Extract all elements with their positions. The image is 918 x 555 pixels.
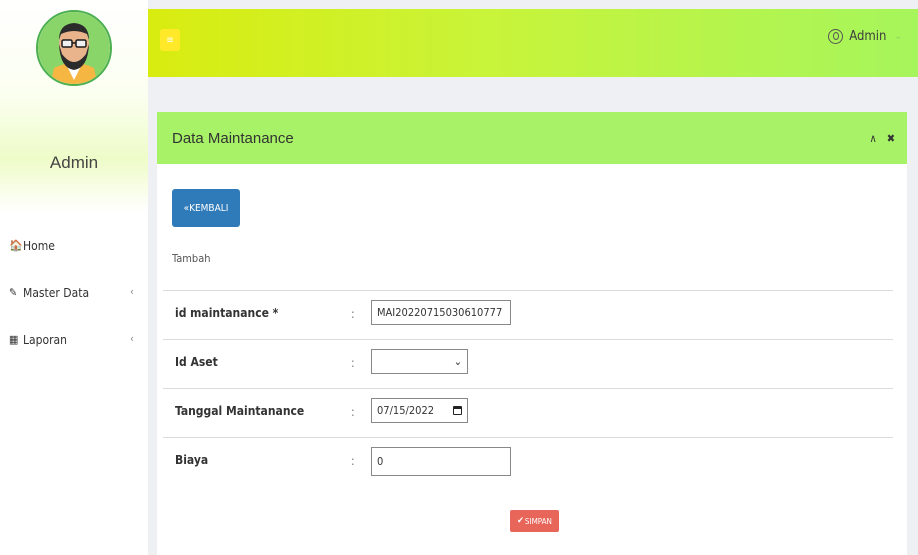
field-colon: : — [351, 307, 355, 321]
collapse-icon[interactable]: ∧ — [869, 132, 876, 145]
form-row-biaya: Biaya : 0 — [163, 438, 893, 487]
content-panel: Data Maintanance ∧ ✖ « KEMBALI Tambah id… — [157, 112, 907, 555]
chevron-down-icon: ⌄ — [894, 31, 902, 42]
sidebar-item-label: Laporan — [23, 332, 67, 347]
field-colon: : — [351, 405, 355, 419]
field-label: Id Aset — [175, 355, 218, 369]
user-menu-label: Admin — [849, 29, 887, 44]
profile-name: Admin — [49, 153, 99, 172]
top-header: ≡ Admin ⌄ — [148, 9, 918, 77]
chevron-down-icon: ⌄ — [453, 355, 462, 368]
home-icon: 🏠 — [9, 239, 23, 252]
form-row-tanggal: Tanggal Maintanance : 07/15/2022 — [163, 389, 893, 438]
user-icon — [828, 29, 844, 44]
sidebar-item-master-data[interactable]: ✎ Master Data ‹ — [0, 269, 148, 316]
sidebar-item-laporan[interactable]: ▦ Laporan ‹ — [0, 316, 148, 363]
calendar-icon: ▦ — [9, 333, 19, 346]
form-subtitle: Tambah — [172, 252, 211, 265]
field-colon: : — [351, 454, 355, 468]
id-maintanance-input[interactable]: MAI20220715030610777 — [371, 300, 511, 325]
user-menu[interactable]: Admin ⌄ — [828, 29, 902, 44]
sidebar-item-label: Master Data — [23, 285, 90, 300]
sidebar-item-home[interactable]: 🏠 Home — [0, 222, 148, 269]
back-button[interactable]: « KEMBALI — [172, 189, 240, 227]
panel-tools: ∧ ✖ — [869, 132, 895, 145]
biaya-input[interactable]: 0 — [371, 447, 511, 476]
panel-title: Data Maintanance — [172, 130, 294, 147]
check-icon: ✔ — [517, 516, 524, 526]
hamburger-icon: ≡ — [166, 34, 174, 46]
menu-toggle-button[interactable]: ≡ — [160, 29, 180, 51]
date-value: 07/15/2022 — [377, 404, 435, 417]
chevron-left-icon: ‹ — [130, 285, 134, 298]
close-icon[interactable]: ✖ — [887, 132, 895, 145]
avatar — [36, 10, 112, 86]
field-colon: : — [351, 356, 355, 370]
profile-panel: Admin — [0, 0, 148, 212]
back-button-label: KEMBALI — [189, 202, 229, 214]
chevron-left-icon: ‹ — [130, 332, 134, 345]
edit-icon: ✎ — [9, 286, 18, 299]
field-label: Tanggal Maintanance — [175, 404, 305, 418]
form-row-id-aset: Id Aset : ⌄ — [163, 340, 893, 389]
id-aset-select[interactable]: ⌄ — [371, 349, 468, 374]
sidebar-item-label: Home — [23, 238, 55, 253]
calendar-icon[interactable] — [453, 406, 462, 415]
form-row-id-maintanance: id maintanance * : MAI20220715030610777 — [163, 291, 893, 340]
tanggal-date-input[interactable]: 07/15/2022 — [371, 398, 468, 423]
sidebar: Admin 🏠 Home ✎ Master Data ‹ ▦ Laporan ‹ — [0, 0, 148, 555]
field-label: id maintanance * — [175, 306, 279, 320]
field-label: Biaya — [175, 453, 209, 467]
sidebar-menu: 🏠 Home ✎ Master Data ‹ ▦ Laporan ‹ — [0, 222, 148, 363]
save-button[interactable]: ✔ SIMPAN — [510, 510, 559, 532]
save-button-label: SIMPAN — [524, 516, 552, 526]
panel-header: Data Maintanance ∧ ✖ — [157, 112, 907, 164]
